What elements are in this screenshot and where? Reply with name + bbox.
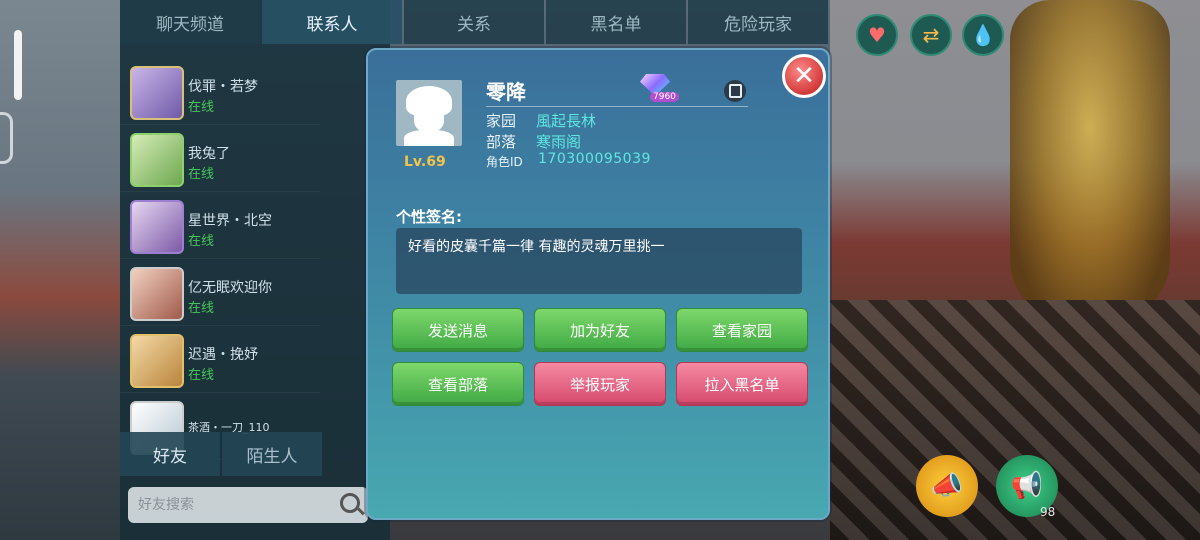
tribe-label: 部落	[486, 133, 517, 151]
swap-icon[interactable]: ⇄	[910, 14, 952, 56]
contact-status: 在线	[188, 167, 215, 182]
player-profile-dialog: Lv.69 零降 7960 家园 風起長林 部落 寒雨阁 角色ID 170300…	[366, 48, 830, 520]
search-input[interactable]	[128, 496, 340, 514]
contact-list: 伐罪・若梦 在线 我兔了 在线 星世界・北空 在线 亿无眠欢迎你 在线 迟遇・挽…	[120, 58, 320, 460]
avatar-body	[404, 130, 454, 146]
contact-status: 在线	[188, 368, 215, 383]
add-friend-button[interactable]: 加为好友	[534, 308, 666, 352]
send-message-button[interactable]: 发送消息	[392, 308, 524, 352]
homeland-label: 家园	[486, 112, 517, 130]
search-icon[interactable]	[340, 493, 360, 513]
contact-name: 亿无眠欢迎你	[188, 280, 272, 296]
tab-dangerous-players[interactable]: 危险玩家	[688, 0, 828, 44]
tab-relations[interactable]: 关系	[404, 0, 544, 44]
role-id-label: 角色ID	[486, 155, 523, 169]
view-tribe-button[interactable]: 查看部落	[392, 362, 524, 406]
tab-friends[interactable]: 好友	[120, 432, 220, 476]
avatar	[396, 80, 462, 146]
avatar	[130, 200, 184, 254]
diamond-value: 7960	[650, 92, 679, 102]
homeland-value[interactable]: 風起長林	[536, 110, 596, 131]
copy-icon[interactable]	[724, 80, 746, 102]
close-icon[interactable]: ✕	[782, 54, 826, 98]
contact-status: 在线	[188, 234, 215, 249]
bottom-tab-bar: 好友 陌生人	[120, 432, 325, 476]
tab-strangers[interactable]: 陌生人	[222, 432, 322, 476]
contact-status: 在线	[188, 301, 215, 316]
contact-name: 我兔了	[188, 146, 230, 162]
avatar-face	[414, 104, 444, 132]
heart-icon[interactable]: ♥	[856, 14, 898, 56]
avatar	[130, 66, 184, 120]
divider	[486, 106, 748, 107]
player-name: 零降	[486, 80, 526, 104]
list-item[interactable]: 星世界・北空 在线	[120, 192, 320, 259]
list-item[interactable]: 迟遇・挽妤 在线	[120, 326, 320, 393]
view-homeland-button[interactable]: 查看家园	[676, 308, 808, 352]
contact-status: 在线	[188, 100, 215, 115]
avatar	[130, 267, 184, 321]
golden-pillar	[1010, 0, 1170, 320]
menu-handle[interactable]	[14, 30, 22, 100]
tribe-value[interactable]: 寒雨阁	[536, 131, 581, 152]
list-item[interactable]: 亿无眠欢迎你 在线	[120, 259, 320, 326]
tab-blacklist[interactable]: 黑名单	[546, 0, 686, 44]
signature-text: 好看的皮囊千篇一律 有趣的灵魂万里挑一	[396, 228, 802, 294]
contact-name: 伐罪・若梦	[188, 79, 258, 95]
player-level: Lv.69	[404, 154, 446, 170]
list-item[interactable]: 伐罪・若梦 在线	[120, 58, 320, 125]
avatar	[130, 133, 184, 187]
signature-label: 个性签名:	[396, 208, 462, 226]
friend-search	[128, 487, 368, 523]
role-id-value: 170300095039	[538, 151, 651, 167]
tab-chat-channel[interactable]: 聊天频道	[120, 0, 260, 44]
tab-contacts[interactable]: 联系人	[262, 0, 402, 44]
report-player-button[interactable]: 举报玩家	[534, 362, 666, 406]
megaphone-icon[interactable]: 📣	[916, 455, 978, 517]
top-tab-bar: 聊天频道 联系人 关系 黑名单 危险玩家	[120, 0, 840, 48]
megaphone-count: 98	[1040, 505, 1056, 519]
avatar	[130, 334, 184, 388]
blacklist-button[interactable]: 拉入黑名单	[676, 362, 808, 406]
contacts-panel: 聊天频道 联系人 关系 黑名单 危险玩家 伐罪・若梦 在线 我兔了 在线 星世界…	[120, 0, 828, 540]
contact-name: 星世界・北空	[188, 213, 272, 229]
chevron-left-icon[interactable]	[0, 112, 13, 164]
drop-icon[interactable]: 💧	[962, 14, 1004, 56]
contact-name: 迟遇・挽妤	[188, 347, 258, 363]
list-item[interactable]: 我兔了 在线	[120, 125, 320, 192]
